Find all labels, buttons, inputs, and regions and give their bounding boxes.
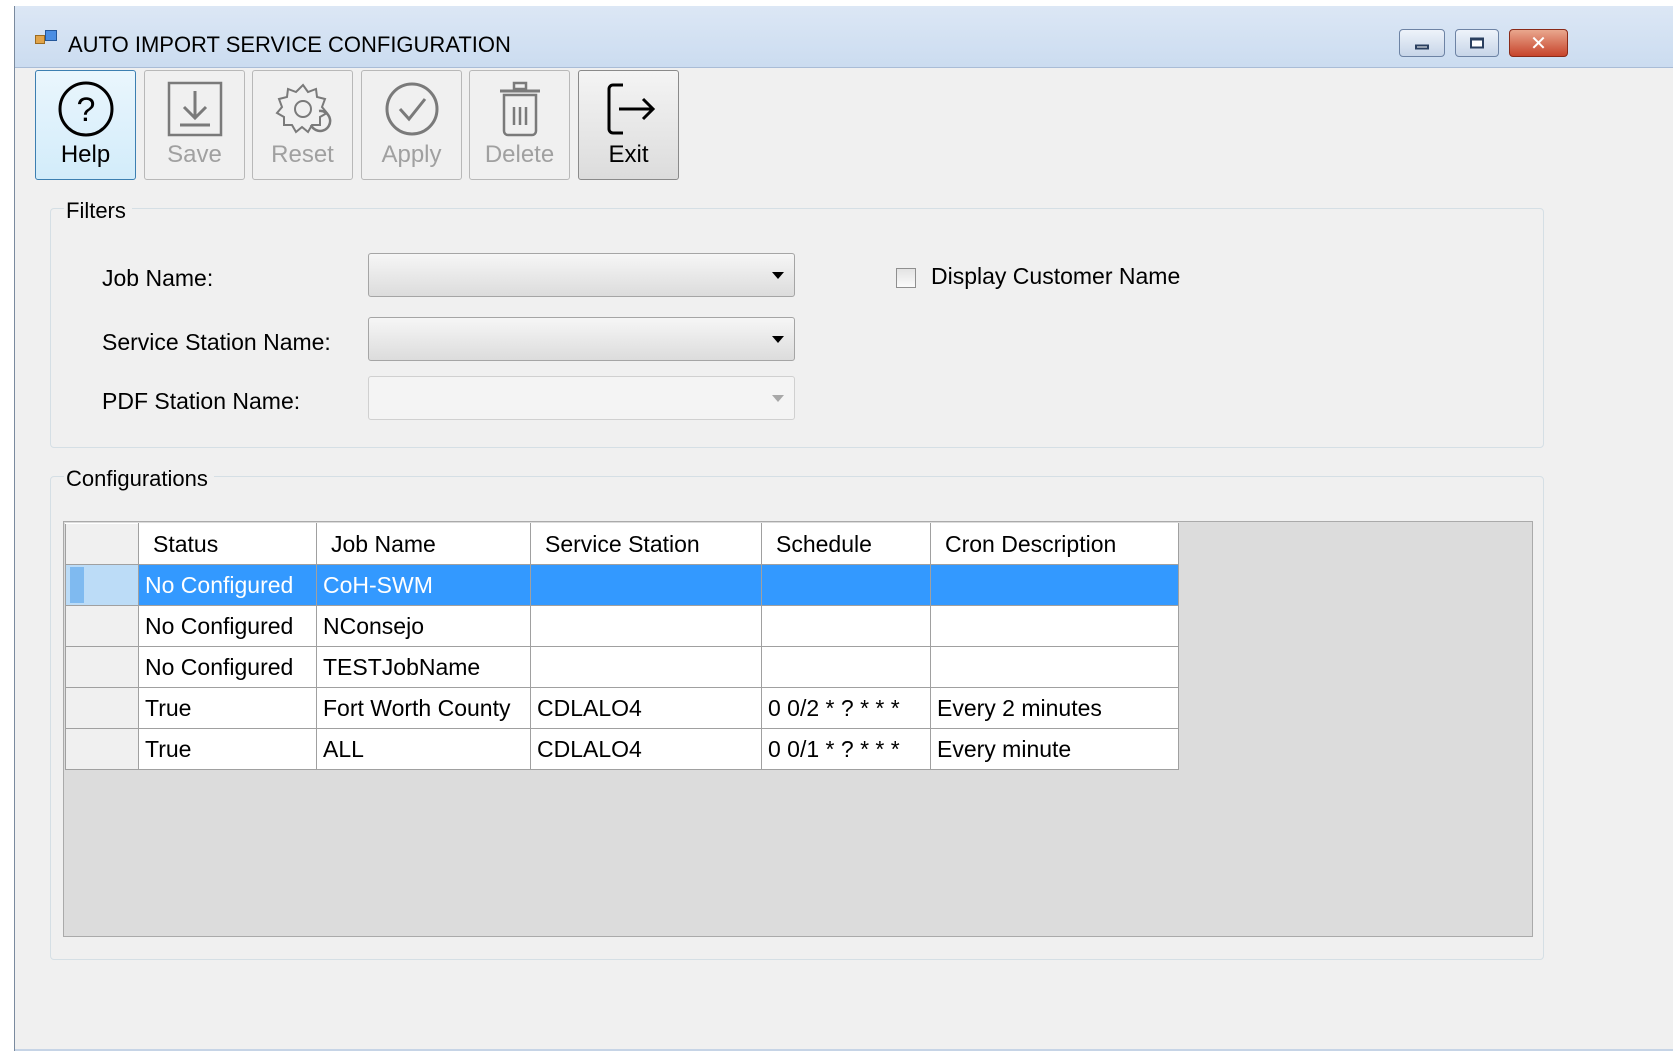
cell-service-station[interactable]: CDLALO4 [530, 728, 762, 770]
exit-icon [607, 83, 655, 135]
title-bar[interactable]: AUTO IMPORT SERVICE CONFIGURATION ✕ [15, 6, 1673, 68]
help-label: Help [60, 141, 111, 168]
download-icon [167, 81, 222, 137]
reset-button[interactable]: Reset [252, 70, 353, 180]
minimize-button[interactable] [1399, 29, 1445, 57]
column-header-cron-description[interactable]: Cron Description [930, 523, 1179, 565]
cell-cron-description[interactable]: Every 2 minutes [930, 687, 1179, 729]
cell-schedule[interactable]: 0 0/2 * ? * * * [761, 687, 931, 729]
cell-cron-description[interactable] [930, 646, 1179, 688]
close-button[interactable]: ✕ [1509, 29, 1568, 57]
job-name-dropdown[interactable] [368, 253, 795, 297]
pdf-station-dropdown[interactable] [368, 376, 795, 420]
cell-cron-description[interactable] [930, 564, 1179, 606]
job-name-label: Job Name: [102, 265, 214, 291]
reset-label: Reset [271, 141, 334, 168]
chevron-down-icon [772, 336, 784, 343]
configurations-grid[interactable]: Status Job Name Service Station Schedule… [63, 521, 1533, 937]
delete-label: Delete [484, 141, 555, 168]
table-row[interactable]: No Configured TESTJobName [65, 646, 1179, 688]
cell-service-station[interactable] [530, 646, 762, 688]
configurations-table: Status Job Name Service Station Schedule… [65, 523, 1179, 770]
cell-status[interactable]: True [138, 687, 317, 729]
cell-status[interactable]: No Configured [138, 564, 317, 606]
row-header[interactable] [65, 605, 139, 647]
app-icon [35, 30, 57, 48]
cell-status[interactable]: No Configured [138, 646, 317, 688]
minimize-icon [1415, 44, 1429, 50]
filters-group-label: Filters [64, 198, 132, 224]
cell-service-station[interactable] [530, 605, 762, 647]
cell-status[interactable]: True [138, 728, 317, 770]
cell-schedule[interactable] [761, 646, 931, 688]
maximize-button[interactable] [1455, 29, 1499, 57]
table-row[interactable]: True Fort Worth County CDLALO4 0 0/2 * ?… [65, 687, 1179, 729]
column-header-schedule[interactable]: Schedule [761, 523, 931, 565]
row-header[interactable] [65, 564, 139, 606]
delete-button[interactable]: Delete [469, 70, 570, 180]
table-row[interactable]: No Configured CoH-SWM [65, 564, 1179, 606]
cell-job-name[interactable]: NConsejo [316, 605, 531, 647]
cell-schedule[interactable]: 0 0/1 * ? * * * [761, 728, 931, 770]
chevron-down-icon [772, 395, 784, 402]
row-header[interactable] [65, 728, 139, 770]
display-customer-label[interactable]: Display Customer Name [931, 263, 1180, 290]
apply-label: Apply [381, 141, 442, 168]
cell-job-name[interactable]: CoH-SWM [316, 564, 531, 606]
table-header-row: Status Job Name Service Station Schedule… [65, 523, 1179, 565]
exit-button[interactable]: Exit [578, 70, 679, 180]
cell-schedule[interactable] [761, 564, 931, 606]
main-window: AUTO IMPORT SERVICE CONFIGURATION ✕ ? He… [14, 6, 1673, 1051]
column-header-job-name[interactable]: Job Name [316, 523, 531, 565]
chevron-down-icon [772, 272, 784, 279]
service-station-dropdown[interactable] [368, 317, 795, 361]
pdf-station-label: PDF Station Name: [102, 388, 301, 414]
window-title: AUTO IMPORT SERVICE CONFIGURATION [68, 32, 511, 57]
save-label: Save [167, 141, 222, 168]
service-station-label: Service Station Name: [102, 329, 331, 355]
trash-icon [499, 81, 540, 137]
table-row[interactable]: No Configured NConsejo [65, 605, 1179, 647]
gear-reset-icon [274, 83, 331, 134]
cell-job-name[interactable]: Fort Worth County [316, 687, 531, 729]
cell-cron-description[interactable] [930, 605, 1179, 647]
cell-job-name[interactable]: ALL [316, 728, 531, 770]
help-button[interactable]: ? Help [35, 70, 136, 180]
row-header[interactable] [65, 646, 139, 688]
cell-service-station[interactable] [530, 564, 762, 606]
column-header-status[interactable]: Status [138, 523, 317, 565]
cell-status[interactable]: No Configured [138, 605, 317, 647]
cell-service-station[interactable]: CDLALO4 [530, 687, 762, 729]
checkmark-circle-icon [385, 82, 438, 136]
table-row[interactable]: True ALL CDLALO4 0 0/1 * ? * * * Every m… [65, 728, 1179, 770]
svg-text:?: ? [76, 91, 95, 129]
configurations-group-label: Configurations [64, 466, 214, 492]
save-button[interactable]: Save [144, 70, 245, 180]
row-header[interactable] [65, 687, 139, 729]
cell-schedule[interactable] [761, 605, 931, 647]
cell-job-name[interactable]: TESTJobName [316, 646, 531, 688]
exit-label: Exit [608, 141, 649, 168]
row-header-corner[interactable] [65, 523, 139, 565]
close-icon: ✕ [1530, 31, 1547, 55]
display-customer-checkbox[interactable] [896, 268, 916, 288]
apply-button[interactable]: Apply [361, 70, 462, 180]
maximize-icon [1470, 37, 1484, 49]
help-icon: ? [58, 81, 113, 137]
column-header-service-station[interactable]: Service Station [530, 523, 762, 565]
cell-cron-description[interactable]: Every minute [930, 728, 1179, 770]
